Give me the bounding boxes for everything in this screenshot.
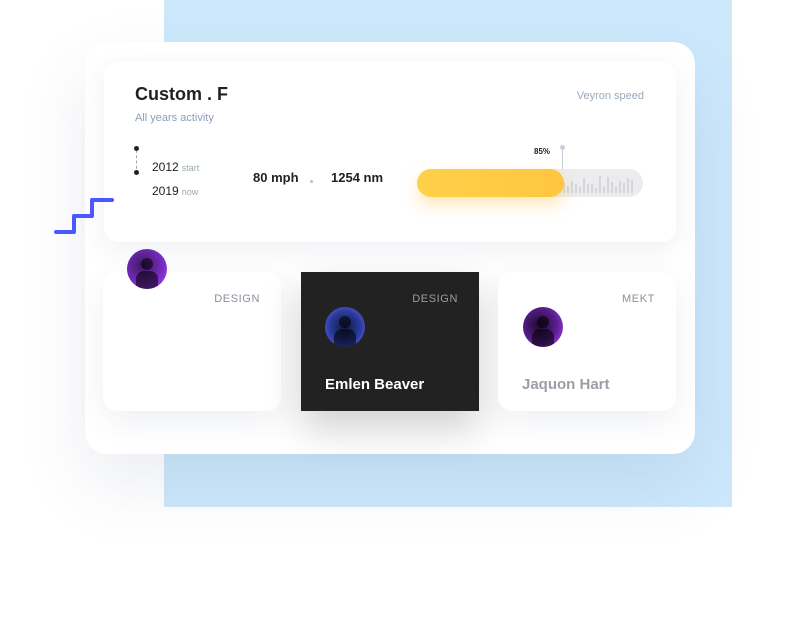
timeline-tag: start [181, 163, 200, 173]
avatar-body [532, 329, 554, 347]
avatar-body [334, 329, 356, 347]
card-subtitle: All years activity [135, 112, 214, 124]
timeline-year: 2019 [152, 184, 179, 198]
activity-bar [595, 188, 597, 193]
avatar-head [537, 316, 549, 328]
speed-label: Veyron speed [576, 90, 644, 102]
progress-fill [417, 169, 564, 197]
avatar-head [141, 258, 153, 270]
activity-bar [591, 184, 593, 193]
avatar-body [136, 271, 158, 289]
avatar[interactable] [127, 249, 167, 289]
avatar[interactable] [523, 307, 563, 347]
avatar-head [339, 316, 351, 328]
profile-card[interactable]: DESIGN Emlen Beaver [301, 272, 479, 411]
card-name: Emlen Beaver [325, 376, 425, 393]
timeline-year: 2012 [152, 160, 179, 174]
progress-label: 85% [534, 147, 551, 156]
activity-card: Custom . F All years activity Veyron spe… [104, 62, 676, 242]
activity-bar [627, 178, 629, 193]
timeline-dot [134, 146, 139, 151]
activity-bar [623, 183, 625, 193]
activity-bar [611, 182, 613, 193]
separator-dot [310, 180, 313, 183]
card-tag: DESIGN [412, 293, 458, 305]
activity-bar [583, 178, 585, 193]
card-tag: DESIGN [214, 293, 260, 305]
activity-bar [603, 186, 605, 193]
activity-bar [631, 180, 633, 193]
card-name: Jaquon Hart [522, 376, 610, 393]
timeline-row: 2019 now [152, 184, 198, 198]
activity-bar [587, 184, 589, 193]
avatar[interactable] [325, 307, 365, 347]
activity-bar [599, 176, 601, 193]
profile-card[interactable]: DESIGN [103, 272, 281, 411]
activity-bar [619, 181, 621, 193]
year-timeline: 2012 start 2019 now [134, 146, 244, 206]
activity-bar [571, 181, 573, 193]
progress-marker[interactable] [562, 149, 563, 169]
activity-bar [579, 187, 581, 193]
squiggle-decoration [54, 198, 114, 234]
progress-track[interactable]: 85% [417, 145, 643, 197]
activity-bar [615, 186, 617, 193]
timeline-tag: now [181, 187, 199, 197]
progress-marker-handle[interactable] [560, 145, 565, 150]
timeline-row: 2012 start [152, 160, 199, 174]
speed-metric: 80 mph [253, 170, 299, 185]
activity-bar [567, 186, 569, 193]
activity-bar [607, 177, 609, 193]
activity-bar [575, 184, 577, 193]
timeline-dot [134, 170, 139, 175]
profile-card[interactable]: MEKT Jaquon Hart [498, 272, 676, 411]
card-title: Custom . F [135, 84, 228, 104]
card-tag: MEKT [622, 293, 655, 305]
distance-metric: 1254 nm [331, 170, 384, 185]
